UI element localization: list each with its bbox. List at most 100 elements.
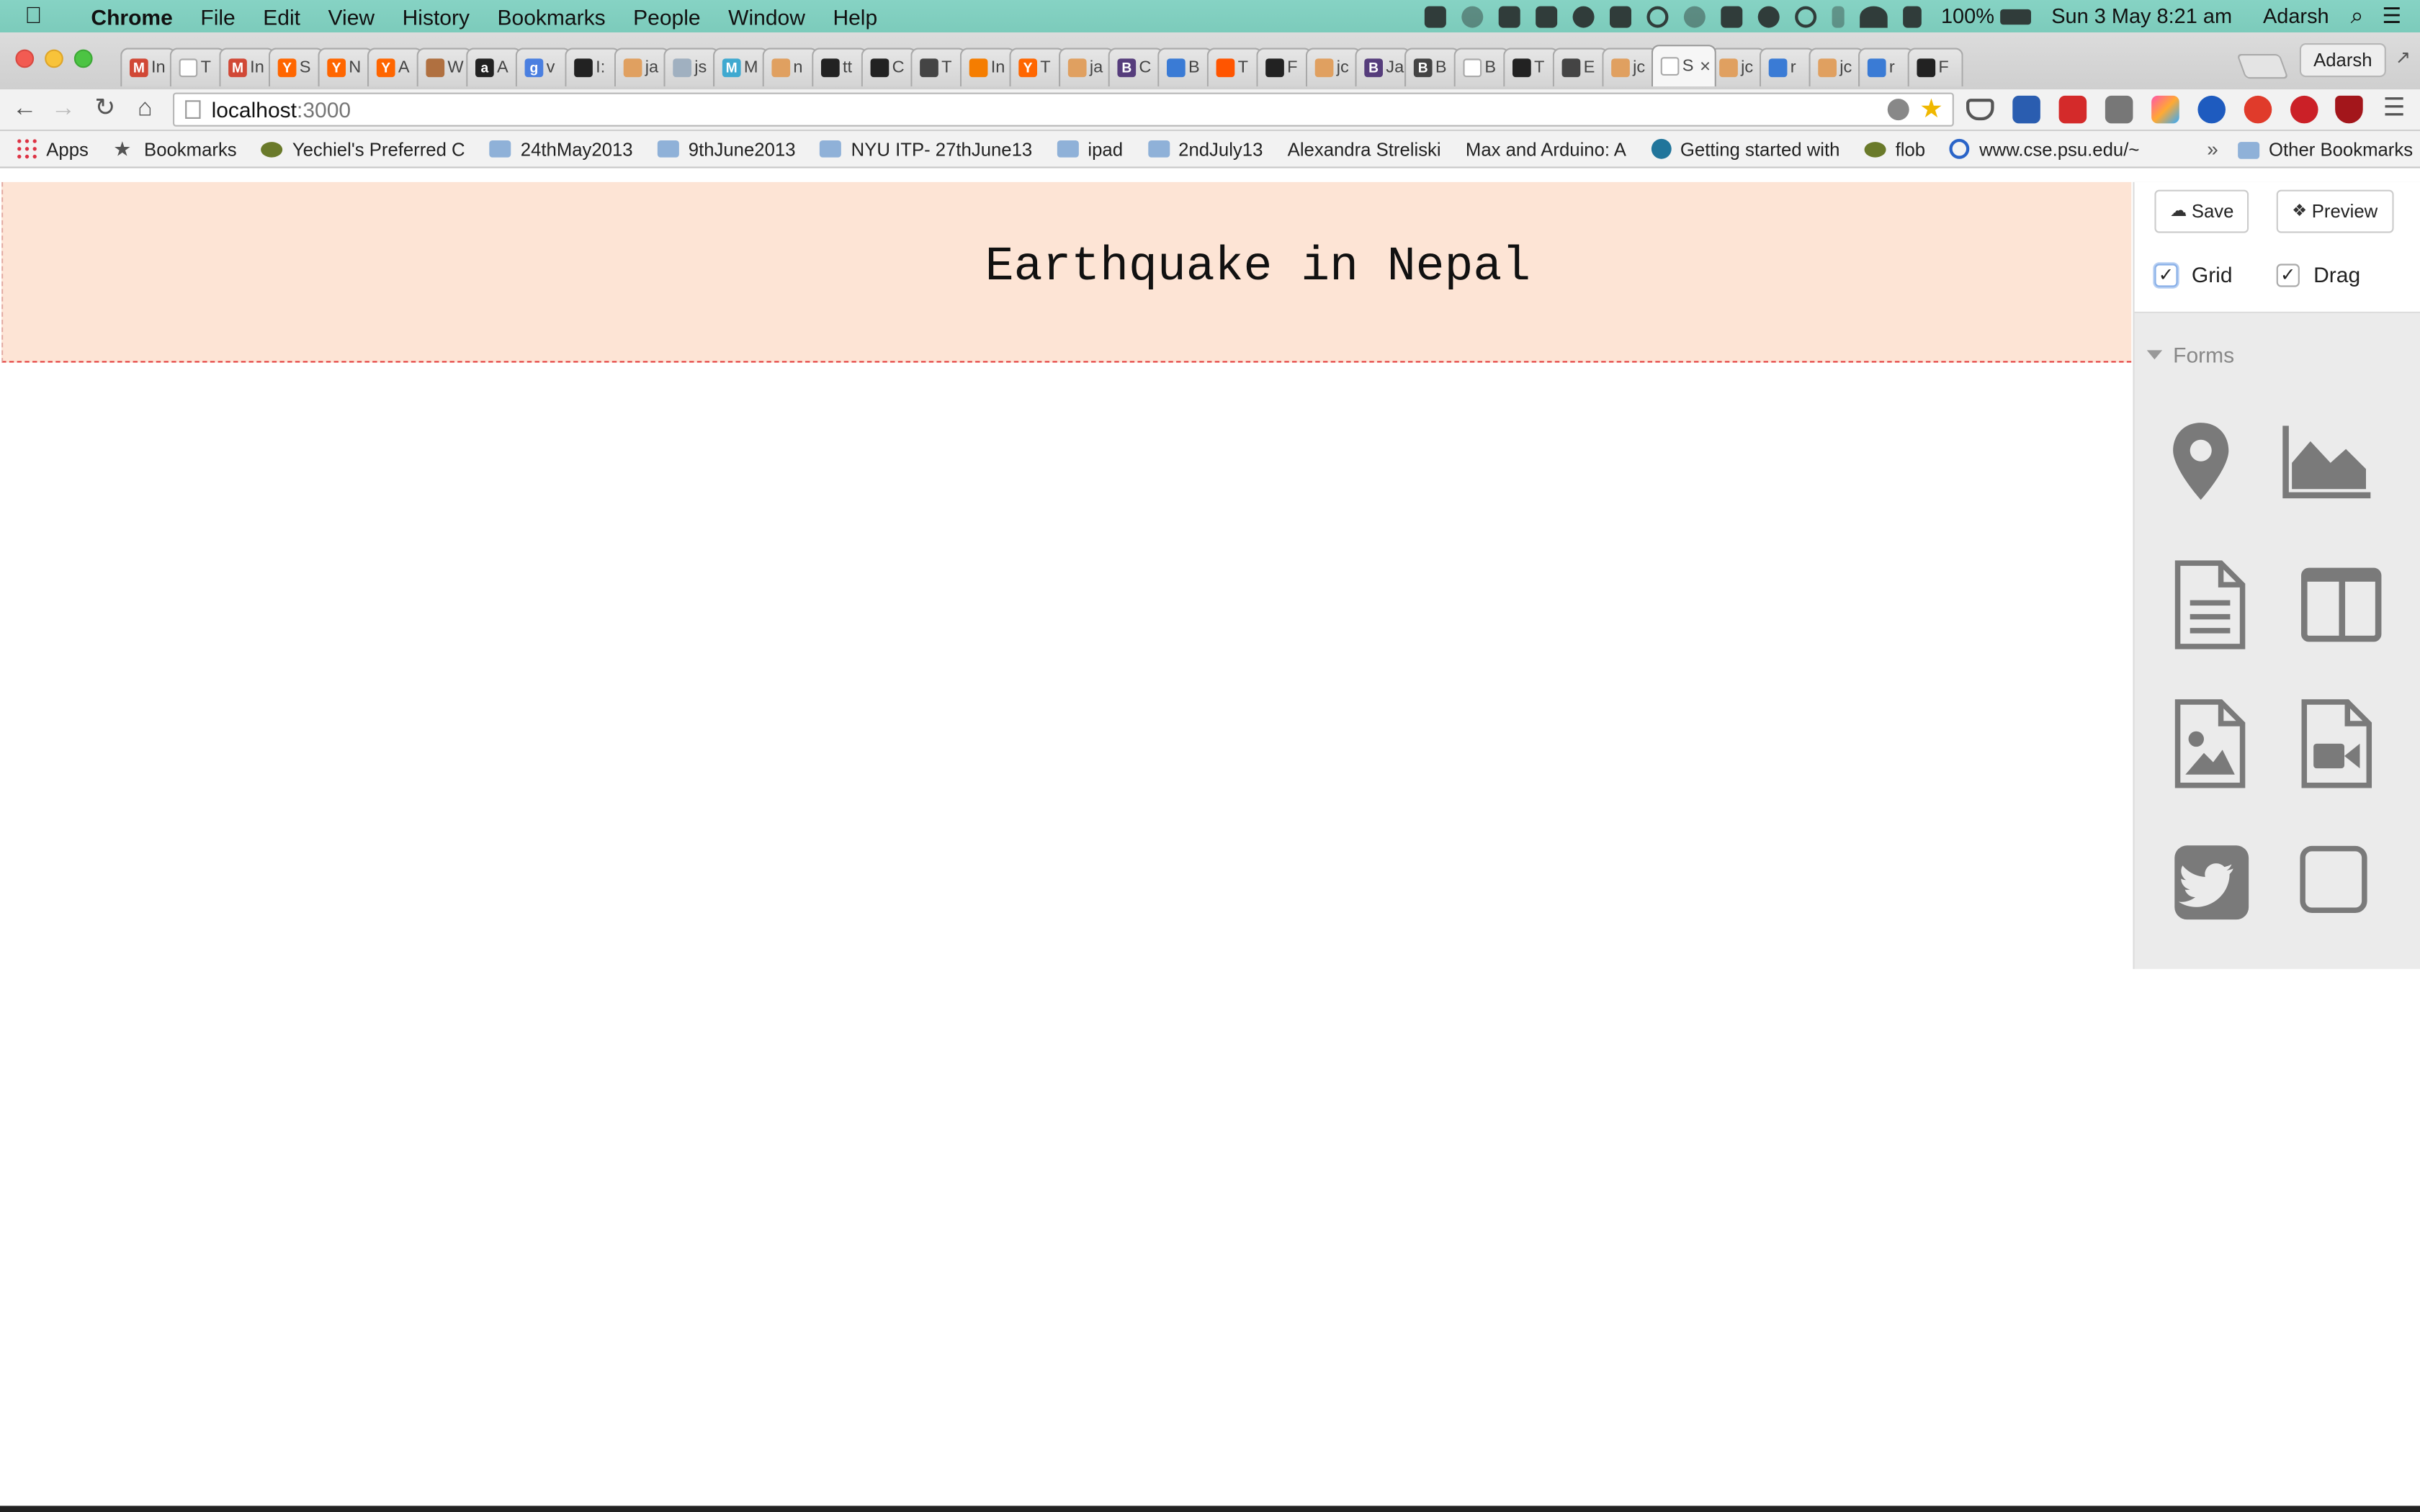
new-tab-button[interactable] [2236,54,2289,79]
bookmark-item[interactable]: ipad [1057,138,1123,160]
tab[interactable]: MM [712,48,769,86]
tab[interactable]: YN [318,48,374,86]
tab[interactable]: ja [614,48,670,86]
dropbox-icon[interactable] [1497,5,1520,27]
tab[interactable]: jc [1710,48,1766,86]
chrome-menu-icon[interactable]: ☰ [2383,96,2408,124]
wifi-icon[interactable] [1859,5,1887,27]
map-marker-icon[interactable] [2154,413,2247,506]
volume-icon[interactable] [1902,5,1922,27]
bookmark-item[interactable]: www.cse.psu.edu/~ [1950,138,2139,160]
tab[interactable]: aA [466,48,522,86]
red-puzzle-extension-icon[interactable] [2058,95,2087,124]
spotlight-icon[interactable]: ⌕ [2351,3,2364,29]
bookmark-item[interactable]: 24thMay2013 [489,138,633,160]
ublock-extension-icon[interactable] [2335,95,2363,124]
drag-toggle[interactable]: ✓ Drag [2276,262,2360,287]
grid-toggle[interactable]: ✓ Grid [2154,262,2233,287]
tab[interactable]: jc [1602,48,1658,86]
bookmark-item[interactable]: Yechiel's Preferred C [261,138,465,160]
bookmark-item[interactable]: NYU ITP- 27thJune13 [820,138,1032,160]
tab[interactable]: YS [268,48,324,86]
password-key-icon[interactable] [1887,99,1909,121]
twitter-icon[interactable] [2165,836,2258,929]
tab[interactable]: T [169,48,225,86]
tab[interactable]: YA [367,48,424,86]
tab[interactable]: jc [1305,48,1361,86]
tab[interactable]: In [959,48,1016,86]
tab[interactable]: B Ja [1355,48,1411,86]
tab[interactable]: E [1552,48,1608,86]
bookmark-item[interactable]: flob [1864,138,1925,160]
paw-extension-icon[interactable] [2197,95,2226,124]
columns-layout-icon[interactable] [2293,559,2386,652]
tab[interactable]: F [1907,48,1963,86]
menu-bookmarks[interactable]: Bookmarks [483,4,619,28]
zoom-window-button[interactable] [73,49,93,68]
clock[interactable]: Sun 3 May 8:21 am [2051,4,2232,27]
pinterest-extension-icon[interactable] [2290,95,2318,124]
sync-icon[interactable] [1646,5,1668,27]
reload-button[interactable]: ↻ [91,96,119,124]
plus-cross-icon[interactable] [1535,5,1557,27]
evernote-extension-icon[interactable] [2105,95,2133,124]
notification-bell-icon[interactable] [1461,5,1483,27]
tab[interactable]: B [1157,48,1214,86]
grid-checkbox[interactable]: ✓ [2154,263,2178,287]
bookmark-item[interactable]: 2ndJuly13 [1147,138,1263,160]
bookmark-item[interactable]: 9thJune2013 [657,138,796,160]
clipboard-icon[interactable] [1720,5,1742,27]
kickstarter-extension-icon[interactable] [2151,95,2179,124]
empty-box-icon[interactable] [2289,836,2382,929]
tab[interactable]: r [1858,48,1914,86]
image-file-icon[interactable] [2165,698,2258,791]
tab[interactable]: ja [1059,48,1115,86]
time-machine-icon[interactable] [1794,5,1816,27]
tab[interactable]: YT [1009,48,1065,86]
tab[interactable]: BB [1404,48,1461,86]
menu-help[interactable]: Help [819,4,891,28]
profile-button[interactable]: Adarsh [2299,43,2386,78]
forward-button[interactable]: → [50,96,78,124]
back-button[interactable]: ← [11,96,39,124]
tab[interactable]: BC [1108,48,1164,86]
menu-app-name[interactable]: Chrome [77,4,187,28]
video-file-icon[interactable] [2292,698,2385,791]
fullscreen-icon[interactable]: ↗ [2396,48,2414,66]
evernote-icon[interactable] [1424,5,1446,27]
bookmark-item[interactable]: Alexandra Streliski [0,138,1441,320]
preview-button[interactable]: ❖ Preview [2276,189,2393,233]
menu-window[interactable]: Window [714,4,819,28]
tab[interactable]: T [910,48,967,86]
drag-checkbox[interactable]: ✓ [2276,263,2300,287]
bookmark-item[interactable]: Max and Arduino: A [0,138,1626,320]
tab[interactable]: I: [565,48,621,86]
apple-icon[interactable]:  [24,3,61,29]
tab[interactable]: M In [219,48,275,86]
bookmark-item[interactable]: Getting started with [1651,138,1839,160]
text-document-icon[interactable] [2165,559,2258,652]
bluetooth-icon[interactable] [1831,5,1844,27]
save-button[interactable]: ☁ Save [2154,189,2249,233]
menu-view[interactable]: View [314,4,388,28]
header-section[interactable]: Earthquake in Nepal [1,181,2132,363]
tab[interactable]: tt [812,48,868,86]
tab[interactable]: B [1453,48,1510,86]
creative-cloud-icon[interactable] [1683,5,1706,27]
tab[interactable]: T [1503,48,1559,86]
tab-active[interactable]: S × [1651,45,1716,86]
tab[interactable]: r [1759,48,1815,86]
tab[interactable]: M In [120,48,176,86]
tab[interactable]: js [663,48,720,86]
tab[interactable]: F [1256,48,1312,86]
user-name[interactable]: Adarsh [2263,4,2329,27]
tab[interactable]: jc [1809,48,1865,86]
menu-people[interactable]: People [619,4,714,28]
close-tab-icon[interactable]: × [1700,55,1711,77]
home-button[interactable]: ⌂ [131,96,159,124]
forms-section-toggle[interactable]: Forms [2146,343,2234,367]
battery-icon[interactable] [2000,8,2032,24]
pocket-extension-icon[interactable] [1966,99,1994,121]
menu-history[interactable]: History [388,4,483,28]
checkmark-circle-icon[interactable] [1572,5,1594,27]
